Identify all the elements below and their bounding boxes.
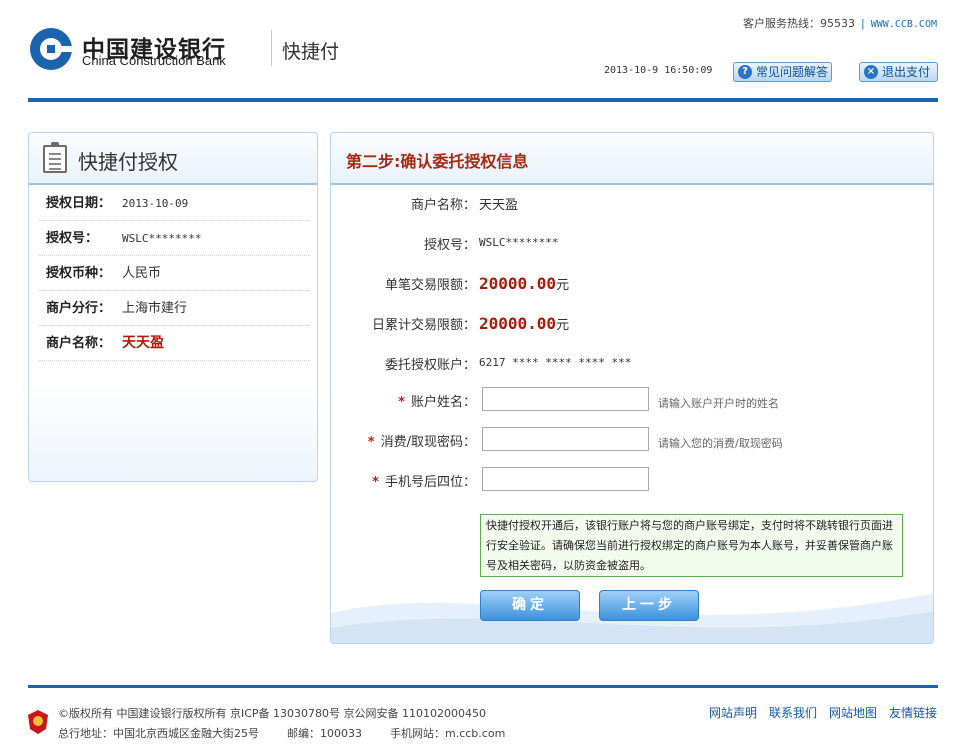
required-mark: *	[367, 435, 375, 450]
footer-mobile-site[interactable]: 手机网站：m.ccb.com	[390, 727, 505, 740]
clipboard-icon	[43, 142, 67, 173]
auth-currency-value: 人民币	[122, 266, 162, 281]
auth-number-label: 授权号：	[46, 231, 99, 246]
bank-name-en: China Construction Bank	[82, 53, 226, 68]
exit-button-label: 退出支付	[882, 65, 931, 79]
merchant-name-field: 商户名称： 天天盈	[331, 190, 933, 216]
auth-number-field-label: 授权号：	[423, 238, 476, 253]
close-icon: ×	[864, 65, 878, 79]
merchant-name-field-label: 商户名称：	[410, 198, 476, 213]
previous-step-button[interactable]: 上一步	[599, 590, 699, 621]
password-row: * 消费/取现密码： 请输入您的消费/取现密码	[331, 427, 933, 453]
confirm-button[interactable]: 确定	[480, 590, 580, 621]
password-hint: 请输入您的消费/取现密码	[658, 437, 783, 450]
auth-number-row: 授权号： WSLC********	[39, 221, 309, 256]
merchant-name-row: 商户名称： 天天盈	[39, 326, 309, 361]
footer-link-statement[interactable]: 网站声明	[709, 706, 757, 720]
auth-date-label: 授权日期：	[46, 196, 112, 211]
phone-last4-row: * 手机号后四位：	[331, 467, 933, 493]
auth-currency-label: 授权币种：	[46, 266, 112, 281]
auth-currency-row: 授权币种： 人民币	[39, 256, 309, 291]
password-label: * 消费/取现密码：	[367, 435, 476, 450]
footer-postcode: 邮编：100033	[287, 727, 362, 740]
auth-date-value: 2013-10-09	[122, 197, 189, 210]
footer-links: 网站声明 联系我们 网站地图 友情链接	[697, 704, 937, 721]
confirm-authorization-panel: 第二步:确认委托授权信息 商户名称： 天天盈 授权号： WSLC********…	[330, 132, 934, 644]
authorization-summary-panel: 快捷付授权 授权日期： 2013-10-09 授权号： WSLC********…	[28, 132, 318, 482]
daily-limit-value: 20000.00元	[479, 314, 569, 333]
single-limit-value: 20000.00元	[479, 274, 569, 293]
summary-title: 快捷付授权	[78, 150, 178, 174]
merchant-branch-row: 商户分行： 上海市建行	[39, 291, 309, 326]
security-notice: 快捷付授权开通后，该银行账户将与您的商户账号绑定，支付时将不跳转银行页面进行安全…	[480, 514, 903, 577]
daily-limit-amount: 20000.00	[479, 314, 557, 333]
summary-title-bar: 快捷付授权	[29, 133, 317, 185]
footer-copyright: ©版权所有 中国建设银行版权所有 京ICP备 13030780号 京公网安备 1…	[58, 707, 487, 720]
single-limit-unit: 元	[556, 278, 570, 293]
product-name: 快捷付	[282, 41, 340, 63]
site-url-link[interactable]: WWW.CCB.COM	[871, 19, 937, 30]
authorized-account-value: 6217 **** **** **** ***	[479, 356, 632, 369]
single-limit-field: 单笔交易限额： 20000.00元	[331, 270, 933, 296]
footer-link-sitemap[interactable]: 网站地图	[829, 706, 877, 720]
footer-address: 总行地址：中国北京西城区金融大街25号	[58, 727, 259, 740]
daily-limit-field: 日累计交易限额： 20000.00元	[331, 310, 933, 336]
logo-divider	[271, 30, 272, 66]
merchant-branch-label: 商户分行：	[46, 301, 112, 316]
merchant-name-value: 天天盈	[122, 335, 164, 351]
footer-link-contact[interactable]: 联系我们	[769, 706, 817, 720]
merchant-name-label: 商户名称：	[46, 336, 112, 351]
authorized-account-field: 委托授权账户： 6217 **** **** **** ***	[331, 350, 933, 376]
hotline-separator: |	[861, 17, 865, 30]
account-holder-name-row: * 账户姓名： 请输入账户开户时的姓名	[331, 387, 933, 413]
daily-limit-unit: 元	[556, 318, 570, 333]
required-mark: *	[372, 475, 379, 490]
daily-limit-label: 日累计交易限额：	[371, 318, 476, 333]
step-title-bar: 第二步:确认委托授权信息	[331, 133, 933, 185]
faq-button[interactable]: ? 常见问题解答	[733, 62, 832, 82]
footer-link-friends[interactable]: 友情链接	[889, 706, 937, 720]
phone-last4-label: * 手机号后四位：	[372, 475, 476, 490]
hotline-bar: 客户服务热线：95533 | WWW.CCB.COM	[743, 15, 937, 31]
faq-button-label: 常见问题解答	[756, 65, 829, 79]
password-input[interactable]	[482, 427, 649, 451]
auth-number-field-value: WSLC********	[479, 236, 559, 249]
exit-payment-button[interactable]: × 退出支付	[859, 62, 938, 82]
required-mark: *	[398, 395, 405, 410]
page-header: 中国建设银行 China Construction Bank 快捷付 客户服务热…	[0, 0, 966, 104]
ccb-logo-icon[interactable]	[29, 27, 73, 71]
footer-divider	[28, 685, 938, 688]
merchant-name-field-value: 天天盈	[479, 198, 519, 213]
phone-last4-input[interactable]	[482, 467, 649, 491]
question-icon: ?	[738, 65, 752, 79]
authorized-account-label: 委托授权账户：	[384, 358, 476, 373]
auth-number-field: 授权号： WSLC********	[331, 230, 933, 256]
merchant-branch-value: 上海市建行	[122, 301, 188, 316]
account-holder-name-hint: 请输入账户开户时的姓名	[658, 397, 779, 410]
auth-number-value: WSLC********	[122, 232, 202, 245]
single-limit-label: 单笔交易限额：	[384, 278, 476, 293]
account-holder-name-label: * 账户姓名：	[398, 395, 476, 410]
hotline-text: 客户服务热线：95533	[743, 17, 856, 30]
single-limit-amount: 20000.00	[479, 274, 557, 293]
auth-date-row: 授权日期： 2013-10-09	[39, 186, 309, 221]
account-holder-name-input[interactable]	[482, 387, 649, 411]
footer-address-line: 总行地址：中国北京西城区金融大街25号 邮编：100033 手机网站：m.ccb.c…	[58, 725, 505, 741]
step-title: 第二步:确认委托授权信息	[346, 152, 529, 171]
police-emblem-icon[interactable]	[27, 709, 49, 735]
current-datetime: 2013-10-9 16:50:09	[604, 65, 713, 76]
header-divider	[28, 98, 938, 102]
